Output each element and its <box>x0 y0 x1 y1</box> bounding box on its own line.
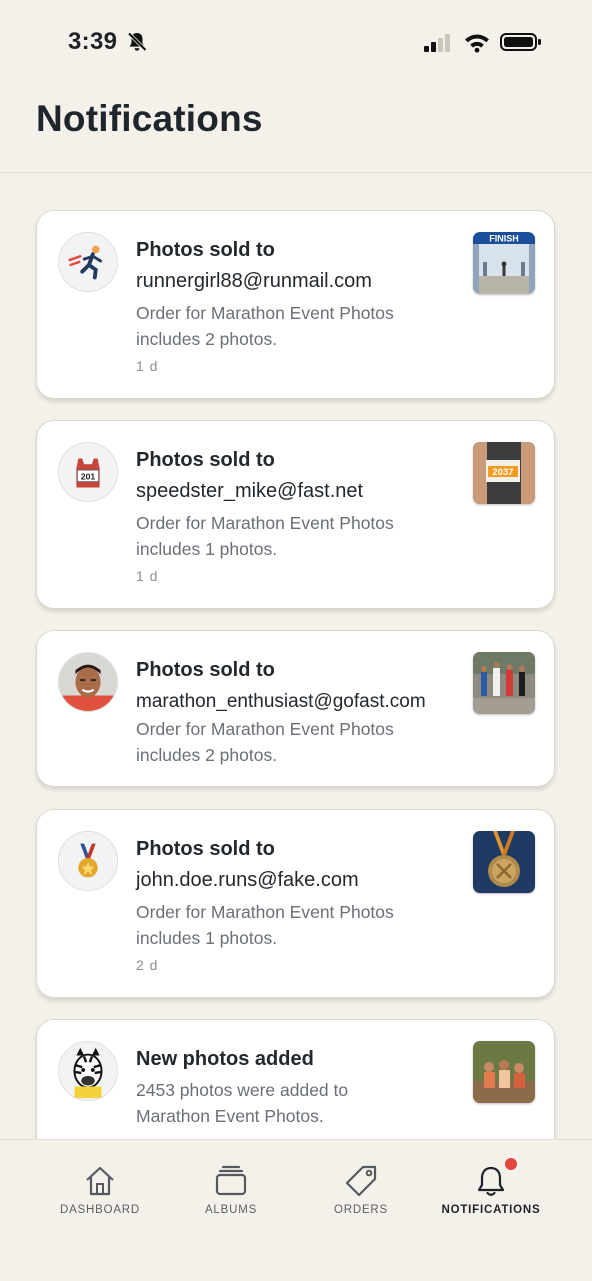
notification-card[interactable]: Photos sold to runnergirl88@runmail.com … <box>36 210 555 399</box>
finish-line-photo[interactable]: FINISH <box>473 232 535 294</box>
bib-photo-number: 2037 <box>492 467 513 478</box>
notification-badge <box>505 1158 517 1170</box>
notification-title: Photos sold to marathon_enthusiast@gofas… <box>136 655 481 717</box>
body-line: includes 2 photos. <box>136 329 278 349</box>
house-icon <box>86 1166 114 1196</box>
notification-heading: Photos sold to <box>136 659 275 681</box>
body-line: Order for Marathon Event Photos <box>136 513 394 533</box>
nav-orders-label: ORDERS <box>333 1204 388 1216</box>
race-bib-icon: 201 <box>58 442 118 502</box>
albums-icon <box>215 1165 247 1196</box>
notification-card[interactable]: New photos added 2453 photos were added … <box>36 1019 555 1139</box>
header: Notifications <box>0 80 592 173</box>
nav-albums-label: ALBUMS <box>204 1204 258 1216</box>
group-photo[interactable] <box>473 1041 535 1103</box>
mute-bell-icon <box>127 32 147 52</box>
battery-icon <box>500 33 541 51</box>
notification-card[interactable]: Photos sold to john.doe.runs@fake.com Or… <box>36 809 555 998</box>
notification-heading: Photos sold to <box>136 449 275 471</box>
body-line: includes 2 photos. <box>136 745 278 765</box>
nav-orders[interactable]: ORDERS <box>287 1140 435 1250</box>
status-bar: 3:39 <box>0 0 592 80</box>
page-title: Notifications <box>36 98 263 139</box>
notification-title: Photos sold to speedster_mike@fast.net <box>136 445 466 507</box>
body-line: includes 1 photos. <box>136 928 278 948</box>
body-line: Order for Marathon Event Photos <box>136 303 394 323</box>
notification-heading: Photos sold to <box>136 838 275 860</box>
notification-card[interactable]: 201 Photos sold to speedster_mike@fast.n… <box>36 420 555 609</box>
notification-list[interactable]: Photos sold to runnergirl88@runmail.com … <box>0 172 592 1139</box>
status-time: 3:39 <box>68 28 118 55</box>
bottom-navigation: DASHBOARD ALBUMS ORDERS NOTIFICATIONS <box>0 1139 592 1281</box>
medal-icon <box>58 831 118 891</box>
notification-title: Photos sold to runnergirl88@runmail.com <box>136 235 466 297</box>
race-bib-photo[interactable]: 2037 <box>473 442 535 504</box>
notification-body: Order for Marathon Event Photos includes… <box>136 899 466 951</box>
notification-body: Order for Marathon Event Photos includes… <box>136 300 466 352</box>
runner-icon <box>58 232 118 292</box>
tag-icon <box>345 1165 377 1197</box>
notification-time: 1 d <box>136 358 159 374</box>
cellular-signal-icon <box>424 34 450 52</box>
notification-recipient: marathon_enthusiast@gofast.com <box>136 691 426 712</box>
nav-notifications[interactable]: NOTIFICATIONS <box>417 1140 565 1250</box>
body-line: 2453 photos were added to <box>136 1080 349 1100</box>
body-line: includes 1 photos. <box>136 539 278 559</box>
runners-crowd-photo[interactable] <box>473 652 535 714</box>
body-line: Marathon Event Photos. <box>136 1106 324 1126</box>
zebra-mascot-icon <box>58 1041 118 1101</box>
bell-icon <box>477 1166 505 1196</box>
user-photo-avatar <box>58 652 118 712</box>
notification-recipient: speedster_mike@fast.net <box>136 480 364 502</box>
notification-time: 1 d <box>136 568 159 584</box>
finish-banner-text: FINISH <box>489 234 519 244</box>
notification-recipient: john.doe.runs@fake.com <box>136 869 359 891</box>
body-line: Order for Marathon Event Photos <box>136 719 394 739</box>
medal-photo[interactable] <box>473 831 535 893</box>
notification-time: 2 d <box>136 957 159 973</box>
nav-albums[interactable]: ALBUMS <box>157 1140 305 1250</box>
wifi-icon <box>465 34 489 53</box>
notification-body: Order for Marathon Event Photos includes… <box>136 716 466 768</box>
notification-heading: New photos added <box>136 1048 314 1070</box>
notification-title: Photos sold to john.doe.runs@fake.com <box>136 834 466 896</box>
nav-dashboard-label: DASHBOARD <box>59 1204 141 1216</box>
bib-number: 201 <box>81 471 96 481</box>
notification-body: 2453 photos were added to Marathon Event… <box>136 1077 466 1129</box>
nav-notifications-label: NOTIFICATIONS <box>441 1204 541 1216</box>
notification-card[interactable]: Photos sold to marathon_enthusiast@gofas… <box>36 630 555 787</box>
notification-recipient: runnergirl88@runmail.com <box>136 270 372 292</box>
notification-heading: Photos sold to <box>136 239 275 261</box>
nav-dashboard[interactable]: DASHBOARD <box>26 1140 174 1250</box>
notification-title: New photos added <box>136 1044 466 1075</box>
notification-body: Order for Marathon Event Photos includes… <box>136 510 466 562</box>
body-line: Order for Marathon Event Photos <box>136 902 394 922</box>
